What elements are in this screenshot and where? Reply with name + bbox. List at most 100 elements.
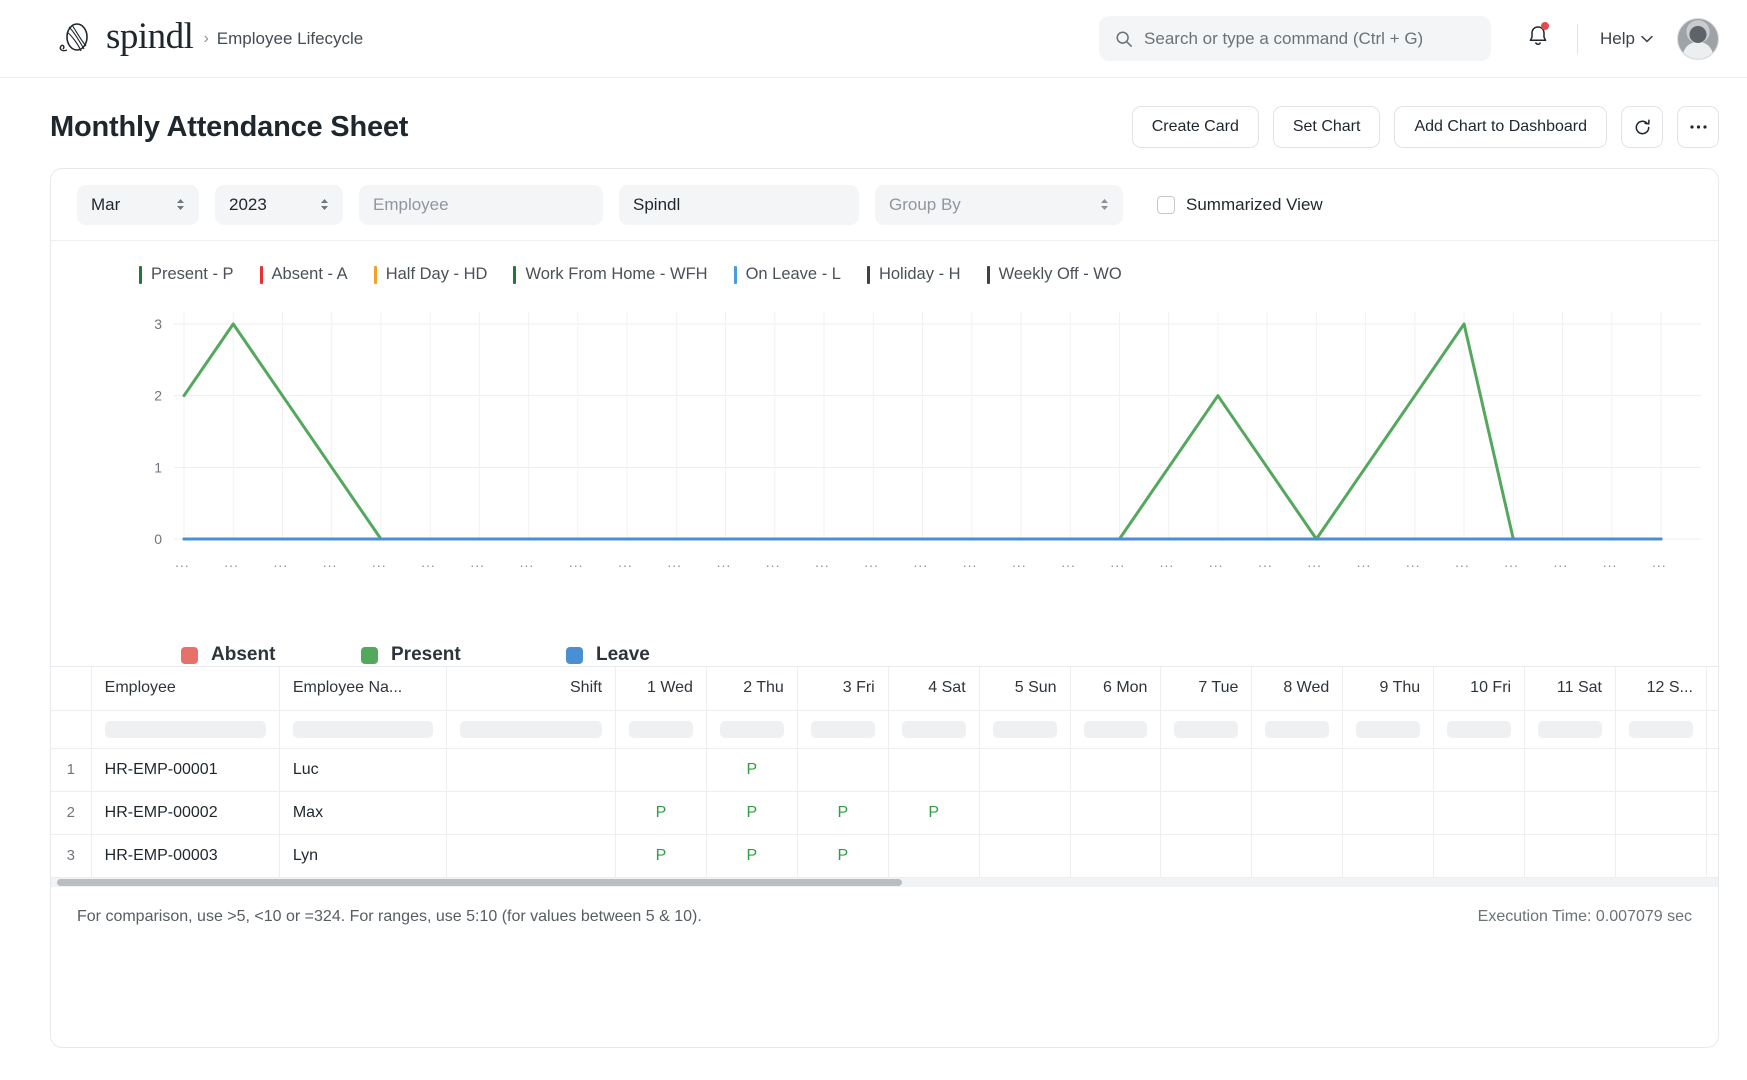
table-filter-cell[interactable]	[1160, 710, 1253, 749]
filter-input-placeholder[interactable]	[104, 720, 266, 738]
refresh-button[interactable]	[1621, 106, 1663, 148]
table-cell-d9[interactable]	[1342, 834, 1435, 878]
table-filter-cell[interactable]	[615, 710, 707, 749]
table-cell-d8[interactable]	[1251, 834, 1344, 878]
month-select[interactable]: Mar	[77, 184, 199, 225]
th-day-3[interactable]: 3 Fri	[797, 667, 889, 711]
table-cell-d6[interactable]	[1070, 834, 1162, 878]
table-cell-d4[interactable]: P	[888, 791, 980, 835]
filter-input-placeholder[interactable]	[1265, 720, 1330, 738]
company-input[interactable]: Spindl	[619, 184, 859, 225]
table-cell-d10[interactable]	[1433, 791, 1526, 835]
table-cell-d8[interactable]	[1251, 791, 1344, 835]
filter-input-placeholder[interactable]	[292, 720, 433, 738]
table-cell-employee_name[interactable]: Max	[279, 791, 447, 835]
table-cell-d12[interactable]	[1615, 748, 1707, 792]
global-search[interactable]: Search or type a command (Ctrl + G)	[1099, 16, 1492, 61]
table-cell-d7[interactable]	[1160, 791, 1253, 835]
table-cell-d1[interactable]: P	[615, 834, 707, 878]
summarized-view-toggle[interactable]: Summarized View	[1157, 195, 1323, 215]
create-card-button[interactable]: Create Card	[1131, 106, 1259, 148]
table-filter-cell[interactable]	[1433, 710, 1526, 749]
table-cell-idx[interactable]: 2	[51, 791, 92, 835]
table-cell-employee_name[interactable]: Lyn	[279, 834, 447, 878]
set-chart-button[interactable]: Set Chart	[1272, 106, 1381, 148]
filter-input-placeholder[interactable]	[459, 720, 603, 738]
th-employee-name[interactable]: Employee Na...	[279, 667, 447, 711]
add-chart-to-dashboard-button[interactable]: Add Chart to Dashboard	[1394, 106, 1607, 148]
table-cell-employee_name[interactable]: Luc	[279, 748, 447, 792]
table-cell-d4[interactable]	[888, 748, 980, 792]
table-filter-cell[interactable]	[1251, 710, 1344, 749]
table-cell-d6[interactable]	[1070, 791, 1162, 835]
table-filter-cell[interactable]	[1342, 710, 1435, 749]
table-cell-idx[interactable]: 3	[51, 834, 92, 878]
table-cell-d2[interactable]: P	[706, 791, 798, 835]
table-filter-cell[interactable]	[91, 710, 280, 749]
th-day-7[interactable]: 7 Tue	[1160, 667, 1253, 711]
table-cell-d13[interactable]	[1706, 834, 1718, 878]
table-horizontal-scrollbar[interactable]	[51, 877, 1718, 887]
table-cell-employee[interactable]: HR-EMP-00003	[91, 834, 280, 878]
table-cell-d4[interactable]	[888, 834, 980, 878]
table-cell-d1[interactable]: P	[615, 791, 707, 835]
table-cell-d13[interactable]	[1706, 791, 1718, 835]
group-by-select[interactable]: Group By	[875, 184, 1123, 225]
table-cell-d13[interactable]	[1706, 748, 1718, 792]
table-cell-d7[interactable]	[1160, 834, 1253, 878]
table-filter-cell[interactable]	[797, 710, 889, 749]
scrollbar-thumb[interactable]	[57, 878, 902, 886]
th-day-10[interactable]: 10 Fri	[1433, 667, 1526, 711]
filter-input-placeholder[interactable]	[629, 720, 693, 738]
th-day-6[interactable]: 6 Mon	[1070, 667, 1162, 711]
table-filter-cell[interactable]	[1524, 710, 1616, 749]
table-filter-row[interactable]	[51, 710, 1718, 749]
table-filter-cell[interactable]	[979, 710, 1071, 749]
table-cell-d5[interactable]	[979, 791, 1071, 835]
table-row[interactable]: 3 HR-EMP-00003 Lyn P P P	[51, 834, 1718, 878]
filter-input-placeholder[interactable]	[992, 720, 1057, 738]
table-cell-d6[interactable]	[1070, 748, 1162, 792]
more-options-button[interactable]	[1677, 106, 1719, 148]
filter-input-placeholder[interactable]	[1628, 720, 1693, 738]
table-row[interactable]: 2 HR-EMP-00002 Max P P P P	[51, 791, 1718, 835]
th-employee[interactable]: Employee	[91, 667, 280, 711]
th-day-13[interactable]: 13 ...	[1706, 667, 1718, 711]
table-cell-d1[interactable]	[615, 748, 707, 792]
table-cell-d7[interactable]	[1160, 748, 1253, 792]
table-cell-d3[interactable]: P	[797, 791, 889, 835]
table-cell-employee[interactable]: HR-EMP-00001	[91, 748, 280, 792]
table-cell-d3[interactable]	[797, 748, 889, 792]
table-cell-d2[interactable]: P	[706, 834, 798, 878]
th-day-12[interactable]: 12 S...	[1615, 667, 1707, 711]
table-cell-shift[interactable]	[446, 748, 617, 792]
table-cell-d5[interactable]	[979, 834, 1071, 878]
summarized-view-checkbox[interactable]	[1157, 195, 1175, 214]
filter-input-placeholder[interactable]	[1538, 720, 1602, 738]
filter-input-placeholder[interactable]	[1083, 720, 1148, 738]
th-day-11[interactable]: 11 Sat	[1524, 667, 1616, 711]
table-cell-d10[interactable]	[1433, 834, 1526, 878]
table-cell-d10[interactable]	[1433, 748, 1526, 792]
table-cell-d12[interactable]	[1615, 834, 1707, 878]
table-filter-cell[interactable]	[1070, 710, 1162, 749]
avatar[interactable]	[1677, 17, 1719, 60]
notifications-button[interactable]	[1521, 18, 1555, 59]
legend-item-leave[interactable]: Leave	[566, 644, 650, 666]
filter-input-placeholder[interactable]	[1356, 720, 1421, 738]
table-cell-shift[interactable]	[446, 791, 617, 835]
th-shift[interactable]: Shift	[446, 667, 617, 711]
th-day-4[interactable]: 4 Sat	[888, 667, 980, 711]
help-menu[interactable]: Help	[1600, 29, 1653, 49]
th-day-2[interactable]: 2 Thu	[706, 667, 798, 711]
th-day-8[interactable]: 8 Wed	[1251, 667, 1344, 711]
th-day-9[interactable]: 9 Thu	[1342, 667, 1435, 711]
table-cell-d9[interactable]	[1342, 791, 1435, 835]
table-row[interactable]: 1 HR-EMP-00001 Luc P	[51, 748, 1718, 792]
filter-input-placeholder[interactable]	[901, 720, 966, 738]
table-filter-cell[interactable]	[888, 710, 980, 749]
filter-input-placeholder[interactable]	[1174, 720, 1239, 738]
filter-input-placeholder[interactable]	[810, 720, 875, 738]
th-day-5[interactable]: 5 Sun	[979, 667, 1071, 711]
table-cell-d11[interactable]	[1524, 748, 1616, 792]
